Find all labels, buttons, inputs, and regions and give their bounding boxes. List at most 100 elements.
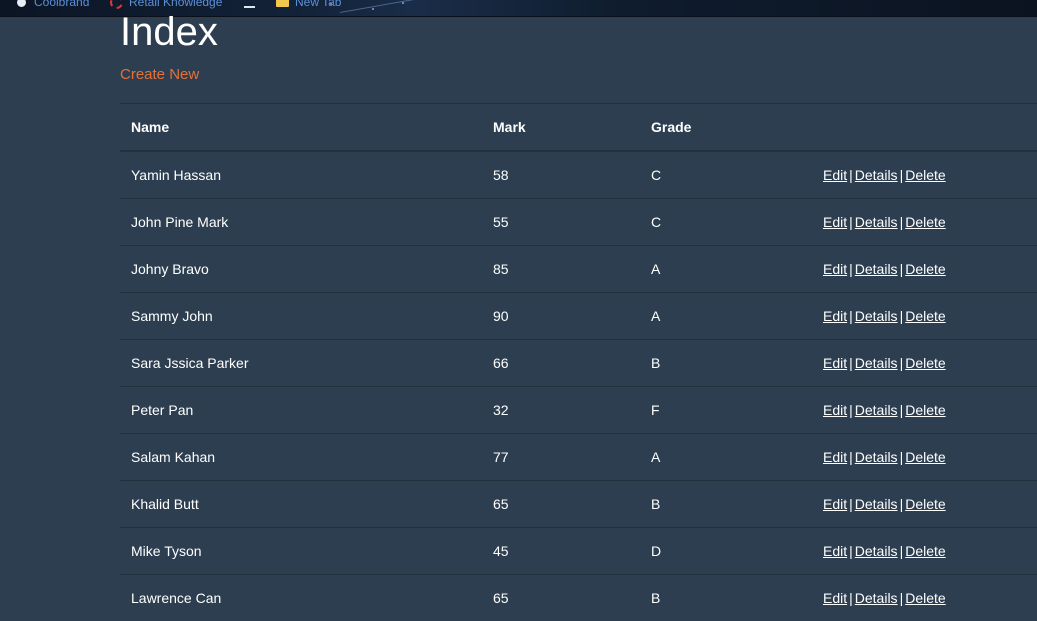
cell-grade: B (640, 340, 812, 387)
column-header-grade: Grade (640, 104, 812, 152)
folder-icon (276, 0, 289, 7)
cell-actions: Edit|Details|Delete (812, 528, 1037, 575)
details-link[interactable]: Details (855, 449, 898, 465)
delete-link[interactable]: Delete (905, 167, 945, 183)
cell-name: John Pine Mark (120, 199, 482, 246)
edit-link[interactable]: Edit (823, 402, 847, 418)
edit-link[interactable]: Edit (823, 590, 847, 606)
cell-mark: 90 (482, 293, 640, 340)
table-row: Peter Pan32FEdit|Details|Delete (120, 387, 1037, 434)
cell-mark: 32 (482, 387, 640, 434)
delete-link[interactable]: Delete (905, 214, 945, 230)
edit-link[interactable]: Edit (823, 308, 847, 324)
create-new-link[interactable]: Create New (120, 66, 199, 83)
bookmark-label: New Tab (295, 0, 341, 9)
details-link[interactable]: Details (855, 590, 898, 606)
delete-link[interactable]: Delete (905, 496, 945, 512)
table-row: Mike Tyson45DEdit|Details|Delete (120, 528, 1037, 575)
table-row: John Pine Mark55CEdit|Details|Delete (120, 199, 1037, 246)
details-link[interactable]: Details (855, 543, 898, 559)
edit-link[interactable]: Edit (823, 449, 847, 465)
edit-link[interactable]: Edit (823, 214, 847, 230)
cell-name: Johny Bravo (120, 246, 482, 293)
bookmark-label: Coolbrand (34, 0, 89, 9)
cell-actions: Edit|Details|Delete (812, 387, 1037, 434)
column-header-actions (812, 104, 1037, 152)
cell-grade: D (640, 528, 812, 575)
cell-mark: 45 (482, 528, 640, 575)
link-separator: | (847, 543, 855, 559)
cell-grade: A (640, 434, 812, 481)
cell-grade: B (640, 575, 812, 621)
link-separator: | (847, 355, 855, 371)
cell-mark: 55 (482, 199, 640, 246)
cell-mark: 58 (482, 151, 640, 199)
cell-name: Yamin Hassan (120, 151, 482, 199)
edit-link[interactable]: Edit (823, 261, 847, 277)
decorative-streak (340, 0, 419, 13)
table-row: Lawrence Can65BEdit|Details|Delete (120, 575, 1037, 621)
delete-link[interactable]: Delete (905, 261, 945, 277)
cell-grade: F (640, 387, 812, 434)
details-link[interactable]: Details (855, 402, 898, 418)
cell-name: Mike Tyson (120, 528, 482, 575)
edit-link[interactable]: Edit (823, 355, 847, 371)
cell-grade: A (640, 246, 812, 293)
students-table: Name Mark Grade Yamin Hassan58CEdit|Deta… (120, 103, 1037, 621)
cell-actions: Edit|Details|Delete (812, 434, 1037, 481)
table-row: Yamin Hassan58CEdit|Details|Delete (120, 151, 1037, 199)
delete-link[interactable]: Delete (905, 402, 945, 418)
cell-mark: 85 (482, 246, 640, 293)
cell-name: Khalid Butt (120, 481, 482, 528)
details-link[interactable]: Details (855, 496, 898, 512)
delete-link[interactable]: Delete (905, 355, 945, 371)
link-separator: | (847, 167, 855, 183)
cell-actions: Edit|Details|Delete (812, 293, 1037, 340)
link-separator: | (847, 402, 855, 418)
cell-name: Salam Kahan (120, 434, 482, 481)
details-link[interactable]: Details (855, 214, 898, 230)
bookmark-list[interactable] (244, 0, 261, 9)
cell-mark: 65 (482, 575, 640, 621)
column-header-name: Name (120, 104, 482, 152)
details-link[interactable]: Details (855, 355, 898, 371)
table-row: Khalid Butt65BEdit|Details|Delete (120, 481, 1037, 528)
link-separator: | (847, 261, 855, 277)
edit-link[interactable]: Edit (823, 167, 847, 183)
link-separator: | (847, 449, 855, 465)
link-separator: | (847, 496, 855, 512)
column-header-mark: Mark (482, 104, 640, 152)
cell-mark: 77 (482, 434, 640, 481)
cell-name: Sammy John (120, 293, 482, 340)
details-link[interactable]: Details (855, 167, 898, 183)
delete-link[interactable]: Delete (905, 590, 945, 606)
cell-actions: Edit|Details|Delete (812, 481, 1037, 528)
delete-link[interactable]: Delete (905, 449, 945, 465)
delete-link[interactable]: Delete (905, 308, 945, 324)
bookmark-new-tab[interactable]: New Tab (276, 0, 341, 9)
edit-link[interactable]: Edit (823, 496, 847, 512)
cell-grade: C (640, 199, 812, 246)
link-separator: | (847, 214, 855, 230)
table-header-row: Name Mark Grade (120, 104, 1037, 152)
delete-link[interactable]: Delete (905, 543, 945, 559)
cell-name: Peter Pan (120, 387, 482, 434)
details-link[interactable]: Details (855, 308, 898, 324)
table-row: Johny Bravo85AEdit|Details|Delete (120, 246, 1037, 293)
cell-grade: A (640, 293, 812, 340)
cell-actions: Edit|Details|Delete (812, 199, 1037, 246)
link-separator: | (847, 590, 855, 606)
details-link[interactable]: Details (855, 261, 898, 277)
cell-name: Sara Jssica Parker (120, 340, 482, 387)
edit-link[interactable]: Edit (823, 543, 847, 559)
bookmark-coolbrand[interactable]: Coolbrand (15, 0, 89, 9)
cell-name: Lawrence Can (120, 575, 482, 621)
table-row: Salam Kahan77AEdit|Details|Delete (120, 434, 1037, 481)
table-row: Sara Jssica Parker66BEdit|Details|Delete (120, 340, 1037, 387)
cell-actions: Edit|Details|Delete (812, 340, 1037, 387)
decorative-star (372, 8, 374, 10)
list-icon (244, 0, 255, 8)
decorative-star (402, 2, 404, 4)
cell-grade: C (640, 151, 812, 199)
page-title: Index (120, 8, 218, 56)
